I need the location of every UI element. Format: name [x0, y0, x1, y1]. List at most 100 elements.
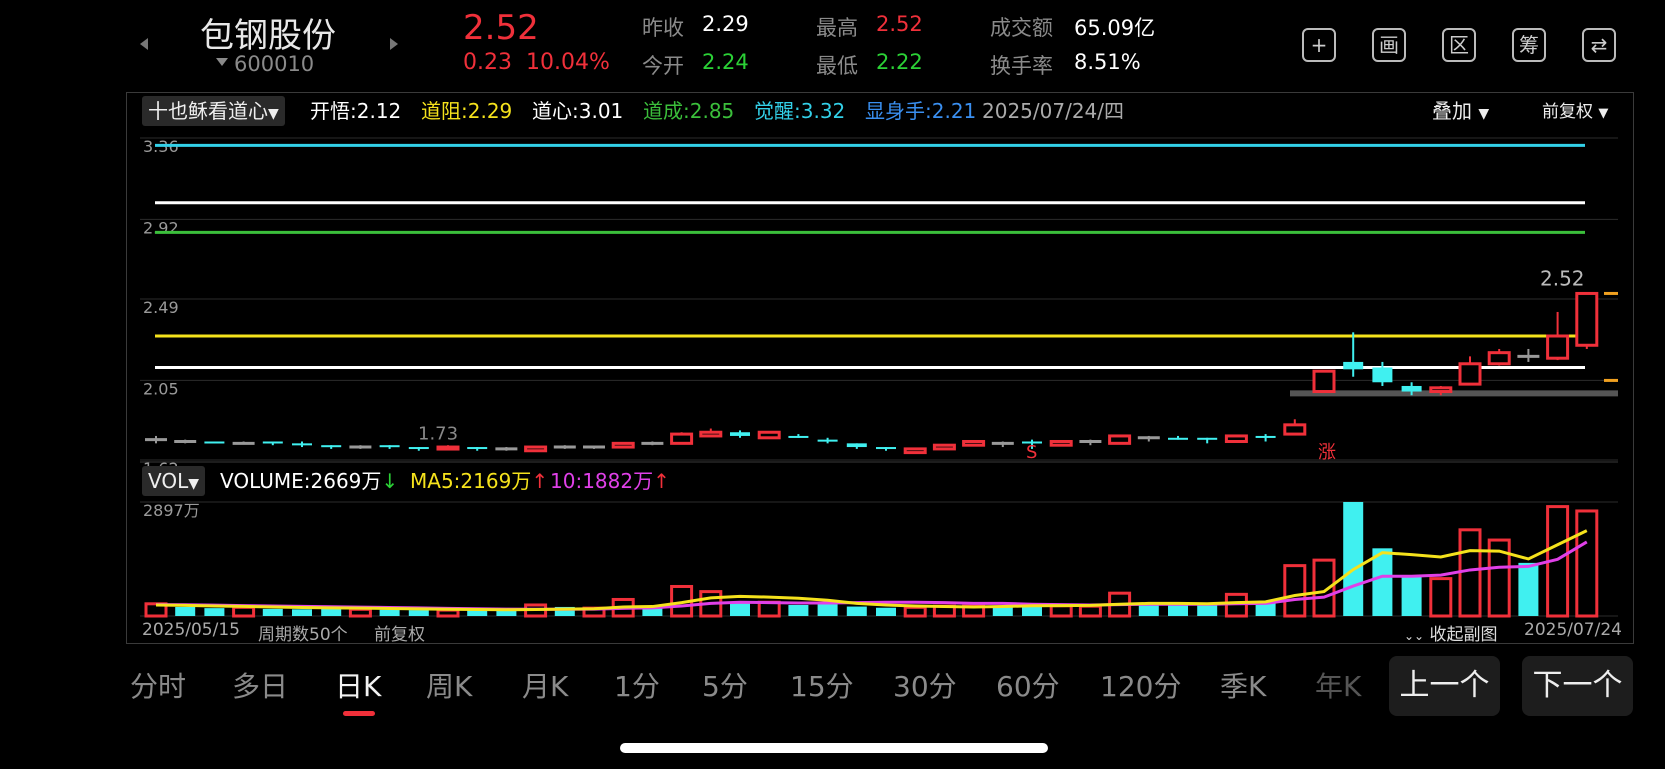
- stat-value: 2.24: [702, 50, 749, 74]
- candle-body: [379, 445, 400, 448]
- volume-bar: [1078, 604, 1102, 618]
- candle-body: [1429, 386, 1453, 394]
- signal-marker: S: [1026, 442, 1037, 463]
- volume-ma10-line: [155, 540, 1588, 611]
- stat-label: 换手率: [990, 54, 1053, 78]
- candle-body: [730, 432, 750, 436]
- candle-body: [436, 445, 460, 451]
- low-price-annotation: 1.73: [418, 423, 458, 444]
- candle-body: [467, 447, 488, 450]
- candle-body: [204, 441, 225, 444]
- stat-label: 今开: [642, 54, 684, 78]
- volume-bar: [1518, 562, 1539, 616]
- stat-value: 2.22: [876, 50, 923, 74]
- high-price-annotation: 2.52: [1540, 266, 1585, 290]
- volume-indicator-select[interactable]: VOL▼: [142, 466, 205, 496]
- volume-bar: [348, 607, 372, 618]
- candle-body: [1575, 291, 1599, 347]
- volume-bar: [467, 610, 488, 616]
- volume-bar: [876, 607, 896, 616]
- signal-marker: 涨: [1318, 442, 1336, 463]
- indicator-value: 觉醒:3.32: [754, 99, 846, 123]
- ma5-arrow: ↑: [531, 469, 549, 493]
- tab-1[interactable]: 多日: [232, 665, 288, 705]
- volume-tick-label: 2897万: [143, 501, 200, 520]
- next-button[interactable]: 下一个: [1522, 656, 1633, 716]
- chevron-down-icon: ▼: [188, 476, 199, 492]
- tab-2[interactable]: 日K: [335, 665, 381, 705]
- candle-body: [932, 443, 956, 451]
- add-icon[interactable]: +: [1302, 28, 1336, 62]
- candle-body: [1372, 367, 1393, 383]
- candle-body: [1487, 351, 1511, 366]
- volume-bar: [903, 605, 927, 618]
- tab-6[interactable]: 5分: [702, 665, 748, 705]
- volume-bar: [1401, 575, 1422, 616]
- candle-body: [817, 439, 838, 442]
- active-tab-underline: [343, 711, 375, 716]
- volume-bar: [1138, 604, 1159, 616]
- collapse-subchart-button[interactable]: ⌄⌄ 收起副图: [1404, 620, 1498, 645]
- tab-12[interactable]: 年K: [1315, 665, 1361, 705]
- indicator-value: 开悟:2.12: [310, 99, 402, 123]
- ma10-text: 10:1882万: [550, 469, 654, 493]
- volume-bar: [1049, 604, 1073, 618]
- stat-value: 2.29: [702, 12, 749, 36]
- volume-bar: [292, 609, 312, 616]
- candle-body: [757, 430, 781, 440]
- volume-bar: [262, 608, 283, 616]
- volume-value: VOLUME:2669万↓: [220, 466, 398, 496]
- volume-bar: [204, 608, 225, 616]
- tab-4[interactable]: 月K: [522, 665, 568, 705]
- ma5-text: MA5:2169万: [410, 469, 532, 493]
- volume-bar: [1343, 502, 1364, 616]
- tab-9[interactable]: 60分: [996, 665, 1060, 705]
- stat-label: 最高: [816, 16, 858, 40]
- tab-10[interactable]: 120分: [1100, 665, 1181, 705]
- stat-label: 昨收: [642, 16, 684, 40]
- stat-label: 最低: [816, 54, 858, 78]
- candle-body: [1401, 385, 1422, 392]
- candle-body: [1283, 423, 1307, 436]
- candle-body: [962, 439, 986, 447]
- tab-0[interactable]: 分时: [130, 665, 186, 705]
- tab-5[interactable]: 1分: [614, 665, 660, 705]
- stat-value: 2.52: [876, 12, 923, 36]
- volume-bar: [1197, 605, 1218, 616]
- tab-11[interactable]: 季K: [1220, 665, 1266, 705]
- start-date: 2025/05/15: [142, 620, 240, 640]
- tab-8[interactable]: 30分: [893, 665, 957, 705]
- indicator-value: 道心:3.01: [532, 99, 624, 123]
- candle-body: [903, 447, 927, 455]
- indicator-value: 道成:2.85: [643, 99, 735, 123]
- candle-body: [1312, 369, 1336, 394]
- price-tick-label: 2.05: [143, 379, 179, 398]
- candle-body: [524, 445, 548, 453]
- candle-body: [408, 447, 429, 450]
- volume-bar: [321, 608, 342, 616]
- volume-ma10: 10:1882万↑: [550, 466, 670, 496]
- tab-3[interactable]: 周K: [426, 665, 472, 705]
- volume-bar: [1575, 509, 1599, 618]
- candle-body: [1049, 439, 1073, 447]
- volume-ma5: MA5:2169万↑: [410, 466, 548, 496]
- collapse-icon: ⌄⌄: [1404, 629, 1425, 643]
- candle-body: [670, 432, 694, 445]
- volume-bar: [436, 608, 460, 618]
- price-tick-label: 2.49: [143, 298, 179, 317]
- chip-icon[interactable]: 筹: [1512, 28, 1546, 62]
- tab-7[interactable]: 15分: [790, 665, 854, 705]
- candle-body: [1546, 334, 1570, 360]
- volume-name: VOL: [148, 469, 189, 493]
- price-tick-label: 2.92: [143, 218, 179, 237]
- range-icon[interactable]: 区: [1442, 28, 1476, 62]
- switch-screen-icon[interactable]: ⇄: [1582, 28, 1616, 62]
- adjust-note: 前复权: [374, 625, 425, 645]
- volume-arrow: ↓: [381, 469, 399, 493]
- candle-body: [1255, 435, 1276, 438]
- prev-button[interactable]: 上一个: [1389, 656, 1500, 716]
- chart-icon[interactable]: 画: [1372, 28, 1406, 62]
- candle-body: [1168, 437, 1188, 440]
- candle-body: [1343, 361, 1364, 370]
- candle-body: [1458, 362, 1482, 386]
